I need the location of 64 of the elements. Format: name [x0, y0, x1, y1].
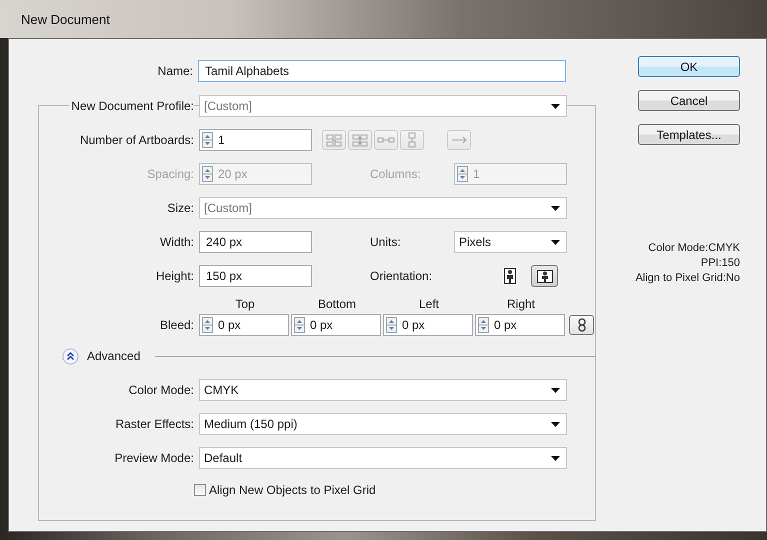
checkbox-label[interactable]: Align New Objects to Pixel Grid: [209, 483, 376, 497]
size-label: Size:: [166, 201, 195, 215]
dialog-button[interactable]: Templates...: [638, 124, 740, 145]
bleed-field[interactable]: 0 px: [383, 314, 473, 336]
bleed-heading: Bottom: [318, 297, 356, 311]
setting-dropdown[interactable]: Default: [199, 447, 567, 469]
dialog-button[interactable]: Cancel: [638, 90, 740, 111]
layout-icon: [350, 132, 370, 148]
stepper-icon[interactable]: [478, 317, 489, 333]
bleed-heading: Left: [418, 297, 439, 311]
checkbox[interactable]: [194, 484, 206, 496]
height-label: Height:: [154, 269, 195, 283]
name-label: Name:: [156, 64, 194, 78]
collapse-icon[interactable]: [62, 348, 79, 364]
profile-dropdown[interactable]: [Custom]: [199, 95, 567, 117]
dropdown-caret-icon[interactable]: [551, 422, 560, 426]
dropdown-caret-icon[interactable]: [551, 240, 560, 244]
name-field[interactable]: Tamil Alphabets: [198, 60, 566, 82]
profile-label: New Document Profile:: [69, 99, 194, 113]
advanced-label: Advanced: [87, 349, 140, 363]
window-title: New Document: [21, 12, 110, 26]
artboards-field[interactable]: 1: [199, 129, 312, 151]
setting-dropdown[interactable]: Medium (150 ppi): [199, 413, 567, 435]
height-field[interactable]: 150 px: [199, 265, 312, 287]
units-label: Units:: [369, 235, 402, 249]
stepper-icon[interactable]: [294, 317, 305, 333]
link-button[interactable]: [569, 315, 594, 335]
setting-dropdown[interactable]: CMYK: [199, 379, 567, 401]
dropdown-caret-icon[interactable]: [551, 388, 560, 392]
stepper-icon[interactable]: [386, 317, 397, 333]
dropdown-caret-icon[interactable]: [551, 456, 560, 460]
columns-label: Columns:: [369, 167, 422, 181]
info-text: PPI:150: [700, 257, 740, 269]
bleed-heading: Right: [506, 297, 535, 311]
setting-label: Preview Mode:: [114, 451, 195, 465]
portrait-icon: [504, 268, 516, 284]
layout-direction-button[interactable]: [447, 130, 471, 150]
layout-icon: [324, 132, 344, 148]
stepper-icon[interactable]: [202, 166, 213, 182]
bleed-field[interactable]: 0 px: [291, 314, 381, 336]
stepper-icon[interactable]: [202, 317, 213, 333]
stepper-icon[interactable]: [457, 166, 468, 182]
stepper-icon[interactable]: [202, 132, 213, 148]
artboards-label: Number of Artboards:: [78, 133, 195, 147]
width-field[interactable]: 240 px: [199, 231, 312, 253]
bleed-heading: Top: [235, 297, 255, 311]
orientation-label: Orientation:: [369, 269, 434, 283]
bleed-field[interactable]: 0 px: [475, 314, 565, 336]
spacing-label: Spacing:: [146, 167, 195, 181]
bleed-field[interactable]: 0 px: [199, 314, 289, 336]
width-label: Width:: [158, 235, 195, 249]
orientation-button[interactable]: [531, 265, 558, 287]
landscape-icon: [536, 270, 552, 282]
info-text: Align to Pixel Grid:No: [635, 272, 740, 284]
bleed-label: Bleed:: [158, 318, 195, 332]
size-dropdown[interactable]: [Custom]: [199, 197, 567, 219]
setting-label: Raster Effects:: [114, 417, 195, 431]
dialog-button[interactable]: OK: [638, 56, 740, 77]
info-text: Color Mode:CMYK: [648, 242, 740, 254]
dropdown-caret-icon[interactable]: [551, 104, 560, 108]
chain-link-icon: [578, 318, 586, 332]
setting-label: Color Mode:: [128, 383, 195, 397]
units-dropdown[interactable]: Pixels: [454, 231, 567, 253]
dropdown-caret-icon[interactable]: [551, 206, 560, 210]
